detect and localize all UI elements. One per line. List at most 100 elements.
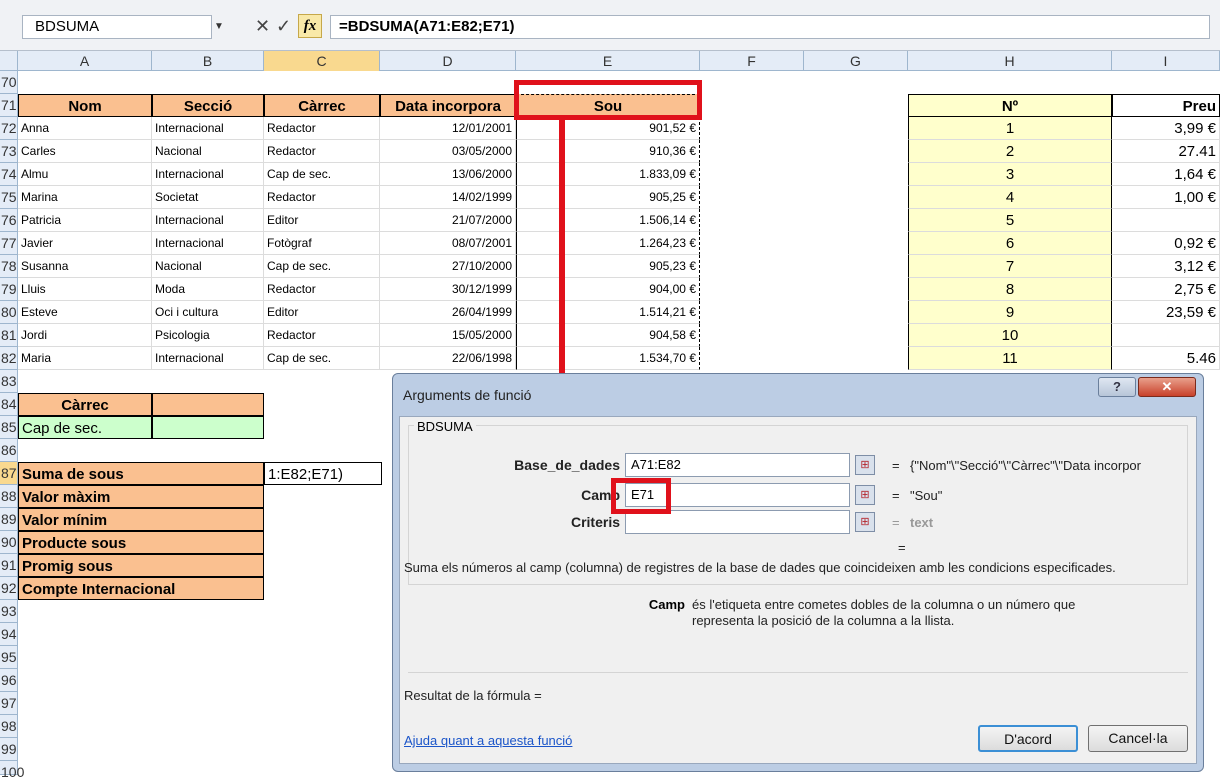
table-header-seccio[interactable]: Secció (152, 94, 264, 117)
collapse-dialog-icon[interactable]: ⊞ (855, 455, 875, 475)
help-button[interactable]: ? (1098, 377, 1136, 397)
table-cell[interactable]: Internacional (152, 163, 264, 186)
table-cell[interactable]: Lluis (18, 278, 152, 301)
table-cell[interactable]: 905,23 € (516, 255, 700, 278)
side-price-cell[interactable]: 3,99 € (1112, 117, 1220, 140)
side-n-cell[interactable]: 9 (908, 301, 1112, 324)
row-header[interactable]: 89 (0, 508, 18, 531)
table-cell[interactable]: 1.534,70 € (516, 347, 700, 370)
table-cell[interactable]: Almu (18, 163, 152, 186)
table-header-data[interactable]: Data incorpora (380, 94, 516, 117)
table-cell[interactable]: 910,36 € (516, 140, 700, 163)
row-header[interactable]: 96 (0, 669, 18, 692)
row-header[interactable]: 99 (0, 738, 18, 761)
side-price-cell[interactable]: 3,12 € (1112, 255, 1220, 278)
row-header[interactable]: 85 (0, 416, 18, 439)
collapse-dialog-icon[interactable]: ⊞ (855, 485, 875, 505)
side-price-cell[interactable]: 2,75 € (1112, 278, 1220, 301)
side-n-cell[interactable]: 8 (908, 278, 1112, 301)
row-header[interactable]: 71 (0, 94, 18, 117)
row-header[interactable]: 82 (0, 347, 18, 370)
row-header[interactable]: 79 (0, 278, 18, 301)
table-cell[interactable]: 21/07/2000 (380, 209, 516, 232)
table-cell[interactable]: Patricia (18, 209, 152, 232)
table-cell[interactable]: 1.833,09 € (516, 163, 700, 186)
side-price-cell[interactable]: 23,59 € (1112, 301, 1220, 324)
row-header[interactable]: 95 (0, 646, 18, 669)
side-header-n[interactable]: Nº (908, 94, 1112, 117)
criteria-value-empty[interactable] (152, 416, 264, 439)
side-price-cell[interactable]: 27.41 (1112, 140, 1220, 163)
column-header-a[interactable]: A (18, 51, 152, 71)
summary-label[interactable]: Valor màxim (18, 485, 264, 508)
column-header-g[interactable]: G (804, 51, 908, 71)
table-cell[interactable]: Esteve (18, 301, 152, 324)
name-box[interactable]: BDSUMA (22, 15, 212, 39)
table-cell[interactable]: Nacional (152, 255, 264, 278)
summary-label[interactable]: Suma de sous (18, 462, 264, 485)
row-header[interactable]: 92 (0, 577, 18, 600)
formula-input[interactable]: =BDSUMA(A71:E82;E71) (330, 15, 1210, 39)
table-cell[interactable]: Jordi (18, 324, 152, 347)
table-cell[interactable]: Maria (18, 347, 152, 370)
table-cell[interactable]: Psicologia (152, 324, 264, 347)
table-cell[interactable]: Marina (18, 186, 152, 209)
table-cell[interactable]: 905,25 € (516, 186, 700, 209)
table-header-nom[interactable]: Nom (18, 94, 152, 117)
column-header-f[interactable]: F (700, 51, 804, 71)
side-n-cell[interactable]: 5 (908, 209, 1112, 232)
table-cell[interactable]: Cap de sec. (264, 255, 380, 278)
table-cell[interactable]: Susanna (18, 255, 152, 278)
row-header[interactable]: 78 (0, 255, 18, 278)
row-header[interactable]: 80 (0, 301, 18, 324)
close-button[interactable]: ✕ (1138, 377, 1196, 397)
row-header[interactable]: 81 (0, 324, 18, 347)
table-cell[interactable]: 03/05/2000 (380, 140, 516, 163)
table-cell[interactable]: 1.506,14 € (516, 209, 700, 232)
column-header-e[interactable]: E (516, 51, 700, 71)
table-header-carrec[interactable]: Càrrec (264, 94, 380, 117)
table-cell[interactable]: Cap de sec. (264, 163, 380, 186)
table-cell[interactable]: 27/10/2000 (380, 255, 516, 278)
side-header-preu[interactable]: Preu (1112, 94, 1220, 117)
table-cell[interactable]: Cap de sec. (264, 347, 380, 370)
summary-label[interactable]: Compte Internacional (18, 577, 264, 600)
table-cell[interactable]: Anna (18, 117, 152, 140)
table-cell[interactable]: Editor (264, 209, 380, 232)
side-price-cell[interactable]: 1,00 € (1112, 186, 1220, 209)
table-cell[interactable]: 08/07/2001 (380, 232, 516, 255)
table-cell[interactable]: Fotògraf (264, 232, 380, 255)
side-price-cell[interactable]: 1,64 € (1112, 163, 1220, 186)
table-cell[interactable]: Redactor (264, 140, 380, 163)
criteria-header[interactable]: Càrrec (18, 393, 152, 416)
side-n-cell[interactable]: 2 (908, 140, 1112, 163)
arg-input-base[interactable]: A71:E82 (625, 453, 850, 477)
side-n-cell[interactable]: 7 (908, 255, 1112, 278)
table-cell[interactable]: Moda (152, 278, 264, 301)
row-header[interactable]: 86 (0, 439, 18, 462)
row-header[interactable]: 72 (0, 117, 18, 140)
summary-label[interactable]: Promig sous (18, 554, 264, 577)
side-price-cell[interactable] (1112, 324, 1220, 347)
insert-function-button[interactable]: fx (298, 14, 322, 38)
table-cell[interactable]: 1.264,23 € (516, 232, 700, 255)
criteria-header-empty[interactable] (152, 393, 264, 416)
cancel-button[interactable]: Cancel·la (1088, 725, 1188, 752)
table-cell[interactable]: Oci i cultura (152, 301, 264, 324)
table-cell[interactable]: 1.514,21 € (516, 301, 700, 324)
select-all-corner[interactable] (0, 51, 18, 71)
table-cell[interactable]: Societat (152, 186, 264, 209)
column-header-i[interactable]: I (1112, 51, 1220, 71)
side-price-cell[interactable]: 0,92 € (1112, 232, 1220, 255)
side-n-cell[interactable]: 10 (908, 324, 1112, 347)
row-header[interactable]: 98 (0, 715, 18, 738)
row-header[interactable]: 73 (0, 140, 18, 163)
side-n-cell[interactable]: 1 (908, 117, 1112, 140)
table-cell[interactable]: Internacional (152, 232, 264, 255)
column-header-h[interactable]: H (908, 51, 1112, 71)
row-header[interactable]: 90 (0, 531, 18, 554)
row-header[interactable]: 76 (0, 209, 18, 232)
row-header[interactable]: 74 (0, 163, 18, 186)
row-header[interactable]: 94 (0, 623, 18, 646)
side-n-cell[interactable]: 6 (908, 232, 1112, 255)
